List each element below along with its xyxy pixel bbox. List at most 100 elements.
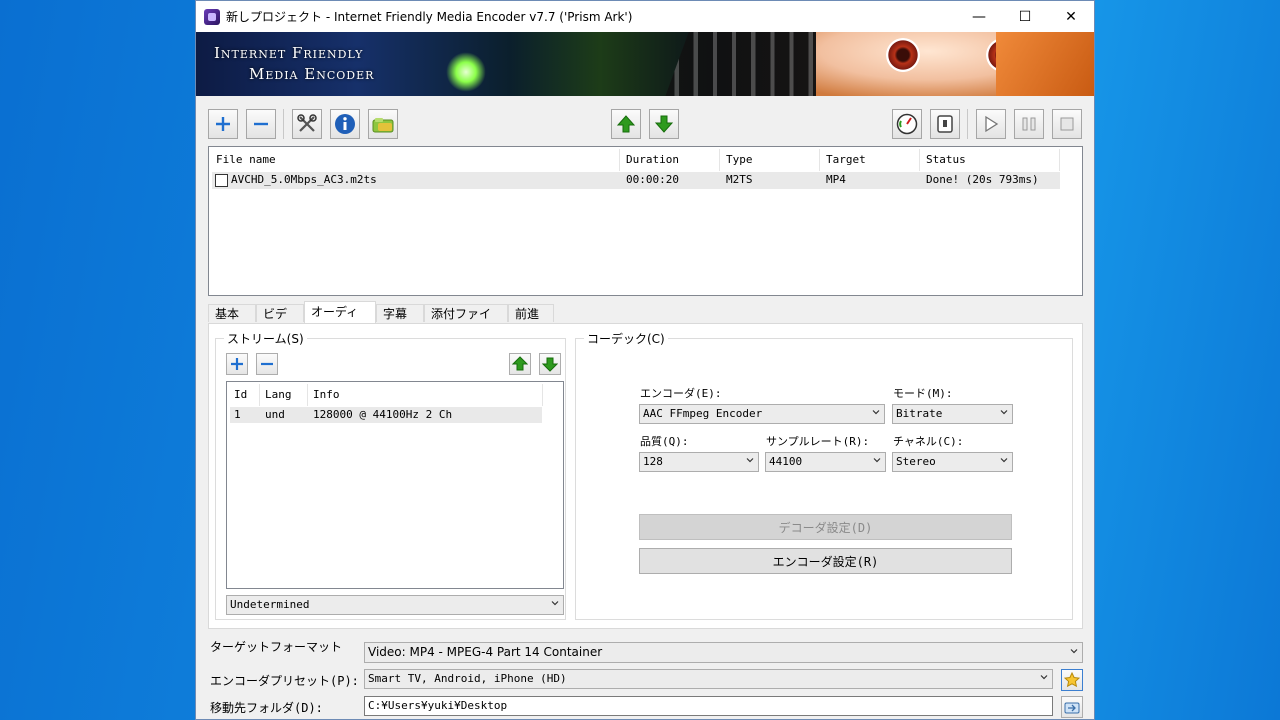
stream-list[interactable]: Id Lang Info 1 und 128000 @ 44100Hz 2 Ch bbox=[226, 381, 564, 589]
benchmark-button[interactable] bbox=[892, 109, 922, 139]
column-header-id[interactable]: Id bbox=[234, 388, 247, 404]
info-icon bbox=[335, 114, 355, 134]
toolbar-separator bbox=[967, 109, 968, 139]
minimize-button[interactable]: — bbox=[956, 1, 1002, 32]
tab-attachments[interactable]: 添付ファイル bbox=[424, 304, 508, 339]
move-up-icon bbox=[512, 356, 528, 371]
banner-glow bbox=[446, 52, 486, 92]
codec-group: コーデック(C) エンコーダ(E): AAC FFmpeg Encoder モー… bbox=[575, 330, 1073, 620]
browse-folder-button[interactable] bbox=[1061, 696, 1083, 718]
status-cell: Done! (20s 793ms) bbox=[926, 173, 1039, 186]
target-format-label: ターゲットフォーマット bbox=[210, 640, 343, 654]
column-separator[interactable] bbox=[259, 384, 260, 406]
app-logo: Internet Friendly Media Encoder bbox=[214, 43, 374, 85]
app-window: 新しプロジェクト - Internet Friendly Media Encod… bbox=[195, 0, 1095, 720]
decoder-settings-button[interactable]: デコーダ設定(D) bbox=[639, 514, 1012, 540]
tab-advanced[interactable]: 前進 bbox=[508, 304, 554, 322]
column-separator[interactable] bbox=[719, 149, 720, 171]
column-header-status[interactable]: Status bbox=[926, 153, 966, 169]
column-header-target[interactable]: Target bbox=[826, 153, 866, 169]
move-up-icon bbox=[616, 115, 636, 133]
row-checkbox[interactable] bbox=[215, 174, 228, 187]
samplerate-value: 44100 bbox=[769, 455, 803, 468]
chevron-down-icon bbox=[1000, 410, 1008, 415]
codec-group-label: コーデック(C) bbox=[584, 330, 668, 347]
stream-group-label: ストリーム(S) bbox=[224, 330, 307, 347]
chevron-down-icon bbox=[1040, 675, 1048, 680]
encoder-value: AAC FFmpeg Encoder bbox=[643, 407, 763, 420]
column-header-type[interactable]: Type bbox=[726, 153, 753, 169]
tab-audio[interactable]: オーディオ bbox=[304, 301, 376, 339]
chevron-down-icon bbox=[746, 458, 754, 463]
pause-icon bbox=[1022, 117, 1036, 131]
stop-button[interactable] bbox=[1052, 109, 1082, 139]
chevron-down-icon bbox=[1000, 458, 1008, 463]
stream-language-select[interactable]: Undetermined bbox=[226, 595, 564, 615]
mode-select[interactable]: Bitrate bbox=[892, 404, 1013, 424]
preset-label: エンコーダプリセット(P): bbox=[210, 674, 359, 688]
channel-select[interactable]: Stereo bbox=[892, 452, 1013, 472]
pause-button[interactable] bbox=[1014, 109, 1044, 139]
target-format-value: Video: MP4 - MPEG-4 Part 14 Container bbox=[368, 645, 603, 659]
samplerate-select[interactable]: 44100 bbox=[765, 452, 886, 472]
quality-value: 128 bbox=[643, 455, 663, 468]
column-separator[interactable] bbox=[819, 149, 820, 171]
start-button[interactable] bbox=[976, 109, 1006, 139]
stream-info-cell: 128000 @ 44100Hz 2 Ch bbox=[313, 408, 453, 421]
stream-move-down-button[interactable] bbox=[539, 353, 561, 375]
column-header-lang[interactable]: Lang bbox=[265, 388, 292, 404]
mode-label: モード(M): bbox=[893, 387, 953, 400]
move-up-button[interactable] bbox=[611, 109, 641, 139]
move-down-button[interactable] bbox=[649, 109, 679, 139]
remove-stream-button[interactable] bbox=[256, 353, 278, 375]
stream-id-cell: 1 bbox=[234, 408, 241, 421]
favorite-preset-button[interactable] bbox=[1061, 669, 1083, 691]
add-stream-button[interactable] bbox=[226, 353, 248, 375]
stream-move-up-button[interactable] bbox=[509, 353, 531, 375]
remove-file-button[interactable] bbox=[246, 109, 276, 139]
destination-folder-input[interactable]: C:¥Users¥yuki¥Desktop bbox=[364, 696, 1053, 716]
duration-cell: 00:00:20 bbox=[626, 173, 679, 186]
tab-subtitles[interactable]: 字幕 bbox=[376, 304, 424, 322]
quality-select[interactable]: 128 bbox=[639, 452, 759, 472]
column-separator[interactable] bbox=[1059, 149, 1060, 171]
tab-basic[interactable]: 基本 bbox=[208, 304, 256, 322]
column-separator[interactable] bbox=[919, 149, 920, 171]
tab-video[interactable]: ビデオ bbox=[256, 304, 304, 339]
add-file-button[interactable] bbox=[208, 109, 238, 139]
move-down-icon bbox=[654, 115, 674, 133]
column-header-info[interactable]: Info bbox=[313, 388, 340, 404]
title-bar[interactable]: 新しプロジェクト - Internet Friendly Media Encod… bbox=[196, 1, 1094, 32]
column-separator[interactable] bbox=[619, 149, 620, 171]
remove-icon bbox=[254, 122, 268, 126]
column-separator[interactable] bbox=[307, 384, 308, 406]
banner-image: Internet Friendly Media Encoder bbox=[196, 32, 1094, 96]
folder-icon bbox=[372, 118, 394, 133]
preset-value: Smart TV, Android, iPhone (HD) bbox=[368, 672, 567, 685]
column-separator[interactable] bbox=[542, 384, 543, 406]
info-button[interactable] bbox=[330, 109, 360, 139]
encoder-select[interactable]: AAC FFmpeg Encoder bbox=[639, 404, 885, 424]
close-button[interactable]: ✕ bbox=[1048, 1, 1094, 32]
banner-hair bbox=[996, 32, 1094, 96]
logo-line-1: Internet Friendly bbox=[214, 44, 364, 62]
quality-label: 品質(Q): bbox=[640, 435, 689, 448]
shutdown-icon bbox=[937, 115, 953, 133]
file-list[interactable]: File name Duration Type Target Status AV… bbox=[208, 146, 1083, 296]
target-format-select[interactable]: Video: MP4 - MPEG-4 Part 14 Container bbox=[364, 642, 1083, 663]
file-name-cell: AVCHD_5.0Mbps_AC3.m2ts bbox=[231, 173, 377, 186]
app-icon[interactable] bbox=[204, 8, 220, 25]
encoder-settings-button[interactable]: エンコーダ設定(R) bbox=[639, 548, 1012, 574]
gauge-icon bbox=[896, 113, 918, 135]
stop-icon bbox=[1060, 117, 1074, 131]
mode-value: Bitrate bbox=[896, 407, 943, 420]
open-folder-button[interactable] bbox=[368, 109, 398, 139]
settings-button[interactable] bbox=[292, 109, 322, 139]
shutdown-toggle-button[interactable] bbox=[930, 109, 960, 139]
column-header-duration[interactable]: Duration bbox=[626, 153, 679, 169]
type-cell: M2TS bbox=[726, 173, 753, 186]
preset-select[interactable]: Smart TV, Android, iPhone (HD) bbox=[364, 669, 1053, 689]
remove-icon bbox=[261, 362, 273, 366]
maximize-button[interactable]: ☐ bbox=[1002, 1, 1048, 32]
column-header-filename[interactable]: File name bbox=[216, 153, 276, 169]
